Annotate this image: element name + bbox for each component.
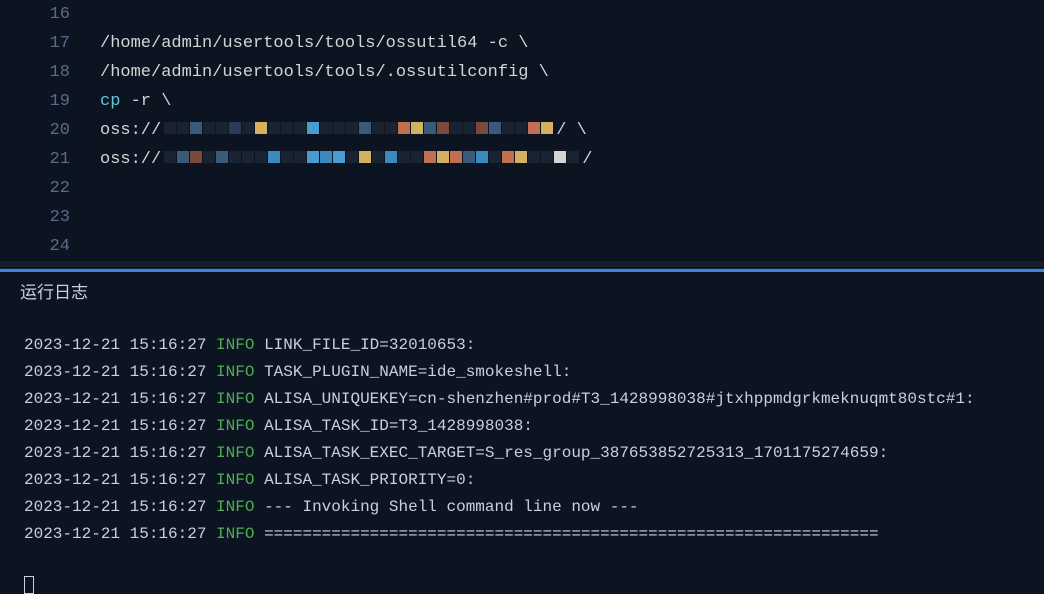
code-line[interactable]: 16	[0, 0, 1044, 29]
log-line: 2023-12-21 15:16:27 INFO ALISA_TASK_ID=T…	[24, 413, 1020, 440]
code-line[interactable]: 17 /home/admin/usertools/tools/ossutil64…	[0, 29, 1044, 58]
code-line[interactable]: 24	[0, 232, 1044, 260]
panel-tabs: 运行日志	[0, 268, 1044, 316]
code-content: cp -r \	[100, 92, 171, 111]
log-line: 2023-12-21 15:16:27 INFO ALISA_UNIQUEKEY…	[24, 386, 1020, 413]
line-number: 18	[0, 63, 100, 82]
line-number: 20	[0, 121, 100, 140]
terminal-cursor	[24, 576, 34, 594]
line-number: 17	[0, 34, 100, 53]
code-line[interactable]: 20 oss:/// \	[0, 116, 1044, 145]
log-line: 2023-12-21 15:16:27 INFO LINK_FILE_ID=32…	[24, 332, 1020, 359]
log-line: 2023-12-21 15:16:27 INFO ===============…	[24, 521, 1020, 548]
code-content: /home/admin/usertools/tools/ossutil64 -c…	[100, 34, 528, 53]
code-line[interactable]: 23	[0, 203, 1044, 232]
log-line: 2023-12-21 15:16:27 INFO --- Invoking Sh…	[24, 494, 1020, 521]
tab-run-log[interactable]: 运行日志	[0, 269, 1044, 309]
code-line[interactable]: 22	[0, 174, 1044, 203]
log-line: 2023-12-21 15:16:27 INFO ALISA_TASK_EXEC…	[24, 440, 1020, 467]
line-number: 22	[0, 179, 100, 198]
line-number: 16	[0, 5, 100, 24]
line-number: 19	[0, 92, 100, 111]
line-number: 23	[0, 208, 100, 227]
code-content-redacted: oss:/// \	[100, 121, 587, 140]
code-line[interactable]: 18 /home/admin/usertools/tools/.ossutilc…	[0, 58, 1044, 87]
line-number: 21	[0, 150, 100, 169]
line-number: 24	[0, 237, 100, 256]
log-output[interactable]: 2023-12-21 15:16:27 INFO LINK_FILE_ID=32…	[0, 316, 1044, 564]
log-line: 2023-12-21 15:16:27 INFO ALISA_TASK_PRIO…	[24, 467, 1020, 494]
code-line[interactable]: 21 oss:///	[0, 145, 1044, 174]
code-content: /home/admin/usertools/tools/.ossutilconf…	[100, 63, 549, 82]
panel-divider[interactable]	[0, 260, 1044, 268]
log-line: 2023-12-21 15:16:27 INFO TASK_PLUGIN_NAM…	[24, 359, 1020, 386]
code-editor[interactable]: 16 17 /home/admin/usertools/tools/ossuti…	[0, 0, 1044, 260]
code-content-redacted: oss:///	[100, 150, 592, 169]
code-line[interactable]: 19 cp -r \	[0, 87, 1044, 116]
